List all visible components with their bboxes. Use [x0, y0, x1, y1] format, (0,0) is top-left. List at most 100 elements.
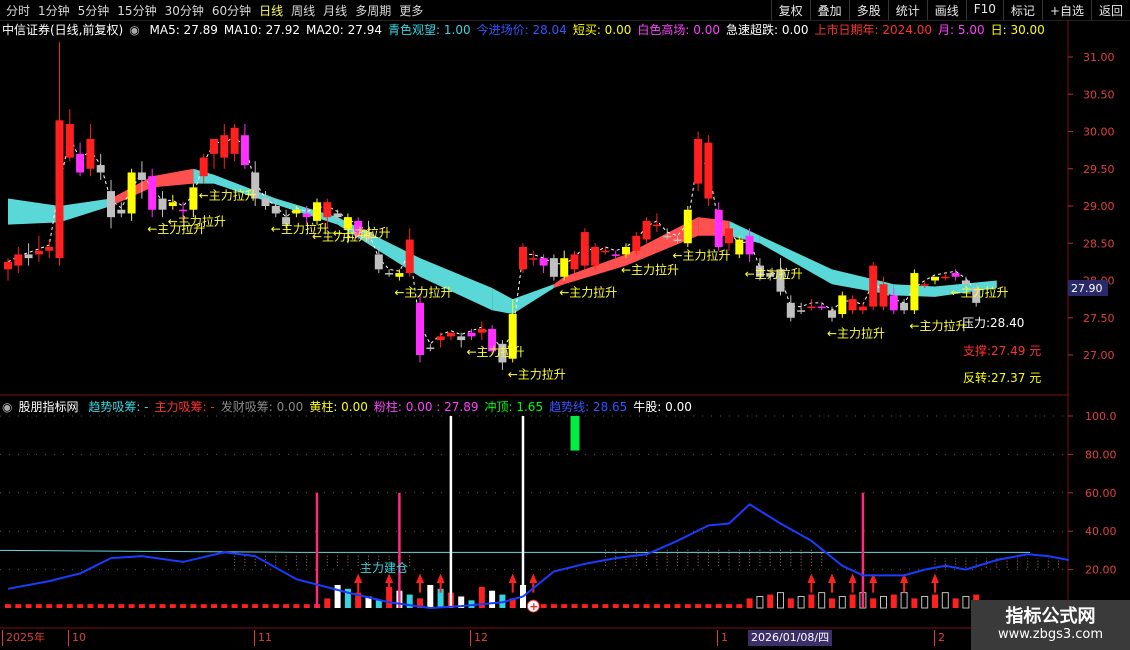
candle — [858, 306, 867, 311]
sub-bar — [941, 592, 949, 609]
candle — [848, 299, 857, 311]
sub-bar — [169, 604, 176, 608]
signal-label: ←主力拉升 — [508, 366, 566, 381]
band-segment — [492, 287, 513, 315]
candle — [168, 202, 177, 206]
candle — [889, 295, 898, 311]
sub-tick-label: 80.00 — [1085, 448, 1117, 461]
date-tick: 10 — [68, 630, 86, 646]
sub-bar — [952, 598, 959, 608]
sub-bar — [880, 595, 887, 609]
candle — [405, 239, 414, 274]
cursor-date: 2026/01/08/四 — [748, 630, 833, 646]
sub-bar — [849, 594, 856, 608]
sub-bar — [633, 604, 640, 608]
band-segment — [420, 258, 493, 311]
candle — [34, 250, 43, 255]
price-chart[interactable]: ←主力拉升←主力拉升←主力拉升←主力拉升←主力拉升←主力拉升←主力拉升←主力拉升… — [0, 0, 1130, 650]
band-segment — [59, 198, 111, 223]
candle — [591, 246, 600, 266]
signal-label: ←主力拉升 — [621, 262, 679, 277]
candle — [611, 254, 620, 256]
sub-arrow-icon — [416, 573, 424, 584]
sub-bar — [664, 604, 671, 608]
sub-bar — [911, 598, 918, 608]
sub-bar — [581, 604, 588, 608]
candle — [117, 209, 126, 214]
price-tick-label: 31.00 — [1083, 51, 1115, 64]
sub-bar — [571, 604, 578, 608]
candle — [714, 209, 723, 247]
candle — [179, 209, 188, 212]
sub-bar — [561, 604, 568, 608]
sub-bar — [180, 604, 187, 608]
legend-item: 牛股: 0.00 — [633, 400, 692, 414]
candle — [127, 172, 136, 214]
sub-bar — [540, 604, 547, 608]
sub-bar — [818, 592, 826, 609]
date-tick: 2025年 — [2, 630, 45, 646]
price-tick-label: 28.50 — [1083, 237, 1115, 250]
sub-bar — [241, 604, 248, 608]
sub-bar — [211, 604, 217, 608]
signal-label: ←主力拉升 — [168, 214, 226, 229]
sub-bar — [746, 598, 753, 608]
price-tick-label: 30.00 — [1083, 126, 1115, 139]
candle — [477, 328, 486, 333]
candle — [786, 302, 795, 318]
candle — [220, 135, 229, 158]
candle — [240, 135, 249, 166]
candle — [86, 138, 95, 169]
candle — [457, 336, 466, 341]
candle — [570, 254, 579, 270]
candle — [663, 235, 672, 238]
candle — [148, 176, 157, 210]
sub-bar — [643, 604, 650, 608]
signal-label: ←主力拉升 — [745, 266, 803, 281]
candle — [55, 120, 64, 259]
sub-bar — [932, 594, 938, 608]
indicator-toggle-icon[interactable]: ◉ — [2, 400, 12, 414]
sub-arrow-icon — [848, 573, 857, 584]
candle — [24, 254, 33, 259]
date-tick: 2 — [934, 630, 945, 646]
sub-arrow-icon — [508, 573, 517, 584]
sub-bar — [5, 604, 11, 608]
indicator-legend: ◉ 股朋指标网 趋势吸筹: - 主力吸筹: - 发财吸筹: 0.00 黄柱: 0.00 粉… — [2, 398, 704, 415]
candle — [313, 202, 321, 221]
candle — [838, 295, 847, 315]
candle — [446, 332, 455, 337]
candle — [14, 254, 23, 266]
signal-label: ←主力拉升 — [827, 325, 885, 340]
candle — [879, 284, 888, 307]
candle — [45, 246, 54, 251]
sub-bar — [756, 595, 764, 609]
trend-line — [7, 503, 1070, 610]
sub-arrow-icon — [529, 573, 538, 584]
candle — [725, 228, 733, 244]
candle — [199, 157, 208, 177]
sub-bar — [705, 604, 712, 608]
date-axis: 2025年 10 11 12 1 2 — [0, 630, 1070, 650]
candle — [271, 206, 280, 214]
sub-bar — [231, 604, 238, 608]
sub-bar — [35, 604, 42, 608]
indicator-title[interactable]: 股朋指标网 — [18, 400, 78, 414]
candle — [560, 258, 569, 277]
candle — [137, 172, 146, 180]
sub-bar — [962, 595, 970, 609]
candle — [817, 306, 826, 309]
sub-bar — [190, 604, 197, 608]
candle — [107, 191, 115, 218]
current-price-label: 27.90 — [1071, 282, 1103, 295]
build-label: 主力建仓 — [360, 561, 408, 575]
candle — [292, 209, 301, 214]
candle — [210, 138, 218, 154]
sub-tick-label: 20.00 — [1085, 564, 1117, 577]
sub-bar — [200, 604, 207, 608]
candle — [683, 209, 692, 244]
sub-bar — [695, 604, 702, 608]
candle — [529, 258, 538, 260]
candle — [76, 153, 85, 173]
sub-arrow-icon — [436, 573, 445, 584]
